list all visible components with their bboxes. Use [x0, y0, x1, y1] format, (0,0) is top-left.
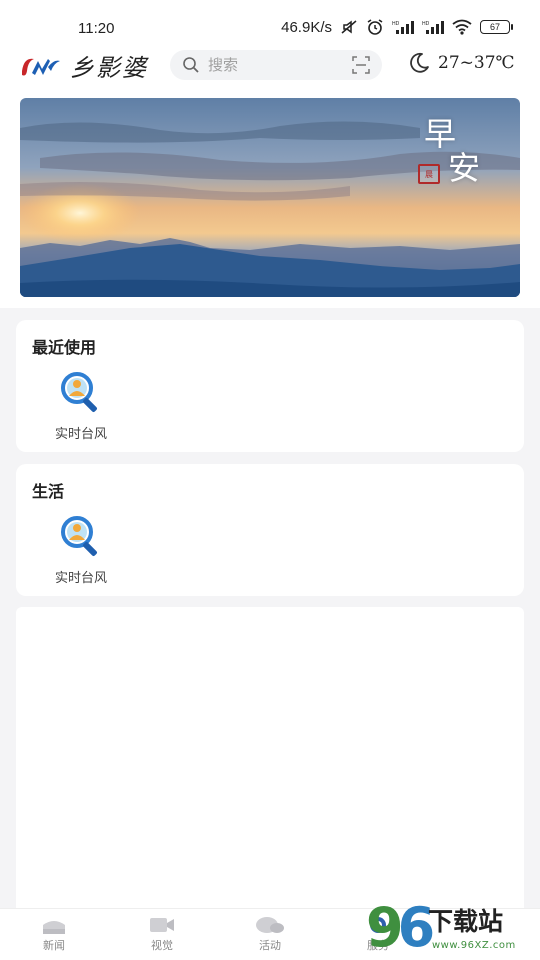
section-title-life: 生活: [32, 482, 65, 501]
app-label: 实时台风: [54, 427, 107, 442]
signal-icon-1: HD: [392, 19, 414, 35]
activity-icon: [256, 917, 284, 933]
watermark-logo-digits: 96: [366, 896, 435, 959]
app-tile-typhoon[interactable]: 实时台风: [46, 368, 116, 442]
status-indicators: 46.9K/s HD HD 67: [281, 18, 513, 36]
wifi-icon: [452, 19, 472, 35]
alarm-icon: [366, 18, 384, 36]
search-icon: [183, 57, 199, 73]
weather-widget[interactable]: 27~37℃: [408, 52, 515, 74]
signal-icon-2: HD: [422, 19, 444, 35]
battery-indicator: 67: [480, 20, 513, 34]
watermark-digit-9: 9: [366, 896, 403, 959]
banner-image[interactable]: 早 安 晨: [20, 98, 520, 297]
search-person-icon: [61, 372, 97, 412]
banner-section: 早 安 晨: [0, 90, 540, 308]
nav-item-activity[interactable]: 活动: [240, 915, 300, 953]
site-watermark: 96 下载站 www.96XZ.com: [362, 896, 540, 960]
temperature-range: 27~37℃: [438, 53, 515, 73]
app-logo[interactable]: 乡影婆: [18, 48, 148, 83]
moon-icon: [410, 52, 429, 73]
net-speed: 46.9K/s: [281, 18, 332, 36]
banner-line-2: 安: [447, 148, 480, 187]
logo-text: 乡影婆: [70, 54, 148, 82]
mute-icon: [340, 19, 358, 35]
nav-item-visual[interactable]: 视觉: [132, 915, 192, 953]
life-section-card: 生活 实时台风: [16, 464, 524, 596]
app-header: 乡影婆 27~37℃: [0, 42, 540, 90]
status-time: 11:20: [78, 20, 115, 37]
news-icon: [43, 921, 65, 934]
svg-text:HD: HD: [392, 21, 400, 27]
nav-label-news: 新闻: [43, 939, 65, 952]
watermark-title: 下载站: [428, 907, 504, 936]
nav-label-activity: 活动: [259, 939, 281, 952]
banner-line-1: 早: [423, 115, 456, 153]
logo-mark-icon: [22, 58, 60, 75]
section-title-recent: 最近使用: [32, 338, 97, 357]
watermark-digit-6: 6: [397, 896, 435, 959]
app-tile-typhoon[interactable]: 实时台风: [46, 512, 116, 586]
scan-icon[interactable]: [352, 56, 370, 74]
app-label: 实时台风: [54, 571, 107, 586]
empty-section-card: [16, 607, 524, 917]
recent-section-card: 最近使用 实时台风: [16, 320, 524, 452]
watermark-url: www.96XZ.com: [432, 940, 516, 951]
video-icon: [150, 918, 174, 932]
banner-greeting: 早 安: [424, 117, 480, 187]
nav-item-news[interactable]: 新闻: [24, 915, 84, 953]
status-bar: 11:20 46.9K/s HD HD 67: [0, 0, 540, 42]
svg-text:HD: HD: [422, 21, 430, 27]
search-person-icon: [61, 516, 97, 556]
search-bar[interactable]: [170, 50, 382, 80]
search-input[interactable]: [208, 56, 328, 74]
banner-seal-stamp: 晨: [418, 164, 440, 184]
nav-label-visual: 视觉: [151, 939, 173, 952]
